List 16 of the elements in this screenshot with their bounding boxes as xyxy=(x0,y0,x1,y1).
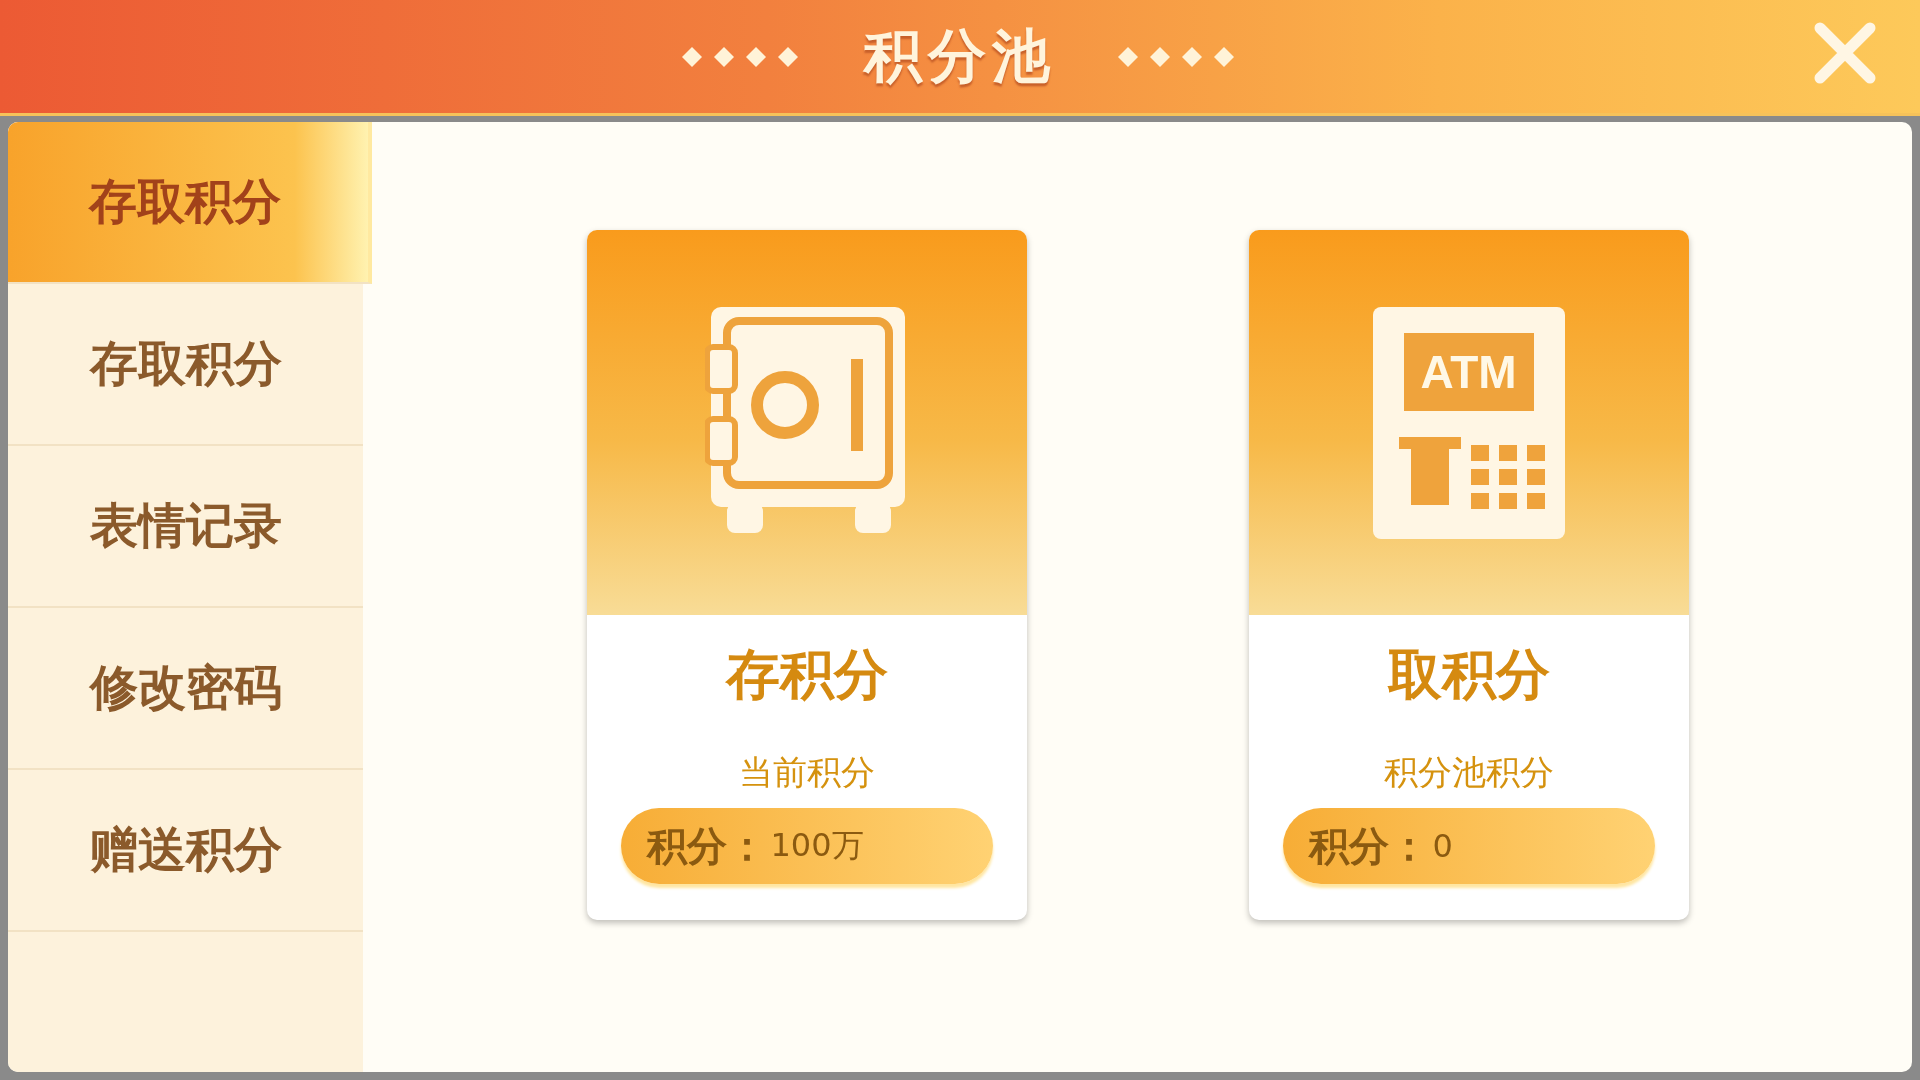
card-subtitle: 积分池积分 xyxy=(1383,751,1554,794)
points-value: 100万 xyxy=(770,825,864,866)
points-label: 积分： xyxy=(646,821,767,871)
card-title: 存积分 xyxy=(725,642,888,708)
points-value: 0 xyxy=(1432,827,1453,865)
points-card[interactable]: ATM 取积分 积分池积分 积分：0 xyxy=(1248,230,1689,920)
points-label: 积分： xyxy=(1308,821,1429,871)
sidebar-item[interactable]: 存取积分 xyxy=(8,284,363,446)
sidebar-item[interactable]: 赠送积分 xyxy=(8,770,363,932)
card-subtitle: 当前积分 xyxy=(738,751,875,794)
sidebar-item[interactable]: 表情记录 xyxy=(8,446,363,608)
sidebar-item[interactable]: 存取积分 xyxy=(8,122,372,284)
window-title: 积分池 xyxy=(864,20,1056,92)
card-title: 取积分 xyxy=(1387,642,1550,708)
points-card[interactable]: 存积分 当前积分 积分：100万 xyxy=(586,230,1027,920)
sidebar-item[interactable]: 修改密码 xyxy=(8,608,363,770)
